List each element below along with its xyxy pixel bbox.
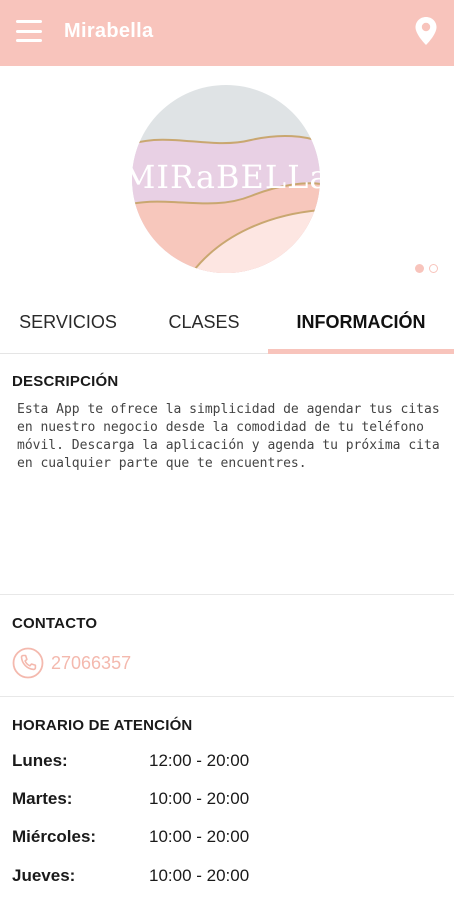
tab-bar: SERVICIOS CLASES INFORMACIÓN <box>0 290 454 354</box>
hours-day: Lunes: <box>12 751 68 770</box>
tab-servicios[interactable]: SERVICIOS <box>0 290 136 354</box>
phone-icon <box>12 647 44 679</box>
carousel-indicator <box>415 264 438 273</box>
hours-row: Miércoles: 10:00 - 20:00 <box>12 827 442 851</box>
hours-row: Martes: 10:00 - 20:00 <box>12 789 442 813</box>
mirabella-logo: MIRaBELLa <box>131 85 321 273</box>
app-title: Mirabella <box>64 20 154 42</box>
hours-day: Miércoles: <box>12 827 97 846</box>
hours-day: Martes: <box>12 789 73 808</box>
contact-section: CONTACTO 27066357 <box>0 597 454 697</box>
description-title: DESCRIPCIÓN <box>12 373 119 390</box>
phone-number[interactable]: 27066357 <box>51 653 131 674</box>
app-bar: Mirabella <box>0 0 454 66</box>
hours-row: Lunes: 12:00 - 20:00 <box>12 751 442 775</box>
svg-text:MIRaBELLa: MIRaBELLa <box>131 158 321 196</box>
contact-title: CONTACTO <box>12 615 98 632</box>
hours-title: HORARIO DE ATENCIÓN <box>12 717 193 734</box>
location-pin-icon[interactable] <box>414 16 438 46</box>
tab-clases[interactable]: CLASES <box>136 290 272 354</box>
phone-link[interactable]: 27066357 <box>12 647 131 679</box>
menu-icon[interactable] <box>16 20 42 42</box>
hours-time: 12:00 - 20:00 <box>149 751 250 770</box>
hours-day: Jueves: <box>12 866 76 885</box>
hours-section: HORARIO DE ATENCIÓN Lunes: 12:00 - 20:00… <box>0 699 454 900</box>
tab-informacion[interactable]: INFORMACIÓN <box>268 290 454 354</box>
carousel-dot-active[interactable] <box>415 264 424 273</box>
hours-time: 10:00 - 20:00 <box>149 789 250 808</box>
carousel-dot[interactable] <box>429 264 438 273</box>
description-section: DESCRIPCIÓN Esta App te ofrece la simpli… <box>0 355 454 595</box>
description-text: Esta App te ofrece la simplicidad de age… <box>17 402 440 471</box>
hours-time: 10:00 - 20:00 <box>149 827 250 846</box>
hours-row: Jueves: 10:00 - 20:00 <box>12 866 442 890</box>
hero-carousel[interactable]: MIRaBELLa <box>0 66 454 290</box>
active-tab-indicator <box>268 349 454 354</box>
hours-time: 10:00 - 20:00 <box>149 866 250 885</box>
